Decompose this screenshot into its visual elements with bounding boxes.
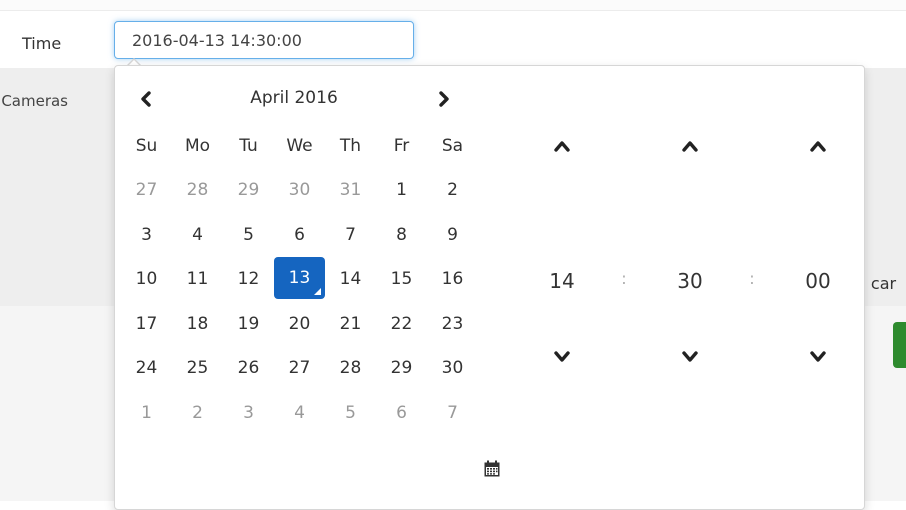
calendar-day[interactable]: 1	[376, 168, 427, 213]
decrement-minutes-button[interactable]	[670, 338, 710, 374]
hours-value[interactable]: 14	[532, 269, 592, 293]
calendar-week: 24 25 26 27 28 29 30	[121, 346, 478, 391]
calendar-day[interactable]: 29	[376, 346, 427, 391]
calendar-day[interactable]: 3	[223, 391, 274, 436]
calendar-day[interactable]: 2	[172, 391, 223, 436]
chevron-up-icon	[554, 137, 570, 156]
calendar-day[interactable]: 2	[427, 168, 478, 213]
increment-seconds-button[interactable]	[798, 128, 838, 164]
chevron-up-icon	[810, 137, 826, 156]
chevron-up-icon	[682, 137, 698, 156]
chevron-right-icon	[437, 91, 451, 111]
calendar-day[interactable]: 5	[223, 213, 274, 258]
month-year-label[interactable]: April 2016	[215, 88, 373, 108]
toggle-calendar-button[interactable]	[475, 457, 509, 485]
calendar-day[interactable]: 9	[427, 213, 478, 258]
calendar-day[interactable]: 27	[274, 346, 325, 391]
calendar-day[interactable]: 7	[325, 213, 376, 258]
weekday-label: Tu	[239, 136, 258, 156]
chevron-down-icon	[682, 347, 698, 366]
minutes-value[interactable]: 30	[660, 269, 720, 293]
datetime-picker: April 2016 Su Mo Tu We Th Fr Sa 27 28 29…	[114, 65, 865, 510]
calendar-week: 27 28 29 30 31 1 2	[121, 168, 478, 213]
calendar-day[interactable]: 3	[121, 213, 172, 258]
calendar-day[interactable]: 27	[121, 168, 172, 213]
calendar-day[interactable]: 11	[172, 257, 223, 302]
calendar-day[interactable]: 12	[223, 257, 274, 302]
calendar-day[interactable]: 30	[274, 168, 325, 213]
calendar-week: 10 11 12 13 14 15 16	[121, 257, 478, 302]
calendar-day[interactable]: 16	[427, 257, 478, 302]
calendar-day[interactable]: 19	[223, 302, 274, 347]
increment-hours-button[interactable]	[542, 128, 582, 164]
prev-month-button[interactable]	[129, 86, 163, 116]
calendar-day-selected[interactable]: 13	[274, 257, 325, 299]
calendar-day[interactable]: 10	[121, 257, 172, 302]
calendar-day[interactable]: 30	[427, 346, 478, 391]
calendar-day[interactable]: 1	[121, 391, 172, 436]
next-month-button[interactable]	[427, 86, 461, 116]
calendar-week: 1 2 3 4 5 6 7	[121, 391, 478, 436]
time-picker: 14 : 30 : 00	[530, 106, 860, 426]
weekday-label: Mo	[184, 136, 211, 156]
increment-minutes-button[interactable]	[670, 128, 710, 164]
calendar-day[interactable]: 4	[172, 213, 223, 258]
calendar-day[interactable]: 6	[274, 213, 325, 258]
calendar-day[interactable]: 14	[325, 257, 376, 302]
weekday-label: Su	[135, 136, 158, 156]
calendar-day[interactable]: 31	[325, 168, 376, 213]
calendar-day[interactable]: 15	[376, 257, 427, 302]
weekday-label: Th	[339, 136, 362, 156]
calendar-day[interactable]: 6	[376, 391, 427, 436]
calendar-week: 3 4 5 6 7 8 9	[121, 213, 478, 258]
calendar-day[interactable]: 4	[274, 391, 325, 436]
submit-button[interactable]	[893, 322, 906, 368]
weekday-header: Su Mo Tu We Th Fr Sa	[121, 124, 478, 168]
calendar-day[interactable]: 29	[223, 168, 274, 213]
calendar-day[interactable]: 20	[274, 302, 325, 347]
calendar-day[interactable]: 28	[325, 346, 376, 391]
calendar-week: 17 18 19 20 21 22 23	[121, 302, 478, 347]
chevron-down-icon	[554, 347, 570, 366]
top-strip	[0, 0, 906, 11]
calendar-day[interactable]: 22	[376, 302, 427, 347]
time-separator: :	[749, 269, 755, 288]
calendar-day[interactable]: 24	[121, 346, 172, 391]
calendar-day[interactable]: 28	[172, 168, 223, 213]
calendar-grid: Su Mo Tu We Th Fr Sa 27 28 29 30 31 1 2 …	[121, 124, 478, 435]
calendar-day[interactable]: 21	[325, 302, 376, 347]
calendar-icon	[483, 460, 501, 482]
calendar-day[interactable]: 26	[223, 346, 274, 391]
chevron-down-icon	[810, 347, 826, 366]
time-input[interactable]	[114, 21, 414, 59]
seconds-value[interactable]: 00	[788, 269, 848, 293]
calendar-day[interactable]: 7	[427, 391, 478, 436]
time-label: Time	[22, 34, 62, 53]
cameras-label: Cameras	[1, 92, 68, 110]
weekday-label: We	[286, 136, 313, 156]
time-separator: :	[621, 269, 627, 288]
calendar-header: April 2016	[115, 86, 471, 116]
calendar-day[interactable]: 23	[427, 302, 478, 347]
calendar-day[interactable]: 8	[376, 213, 427, 258]
decrement-seconds-button[interactable]	[798, 338, 838, 374]
calendar-day[interactable]: 25	[172, 346, 223, 391]
weekday-label: Sa	[441, 136, 464, 156]
decrement-hours-button[interactable]	[542, 338, 582, 374]
calendar-day[interactable]: 5	[325, 391, 376, 436]
weekday-label: Fr	[393, 136, 410, 156]
chevron-left-icon	[139, 91, 153, 111]
calendar-day[interactable]: 17	[121, 302, 172, 347]
calendar-day[interactable]: 18	[172, 302, 223, 347]
